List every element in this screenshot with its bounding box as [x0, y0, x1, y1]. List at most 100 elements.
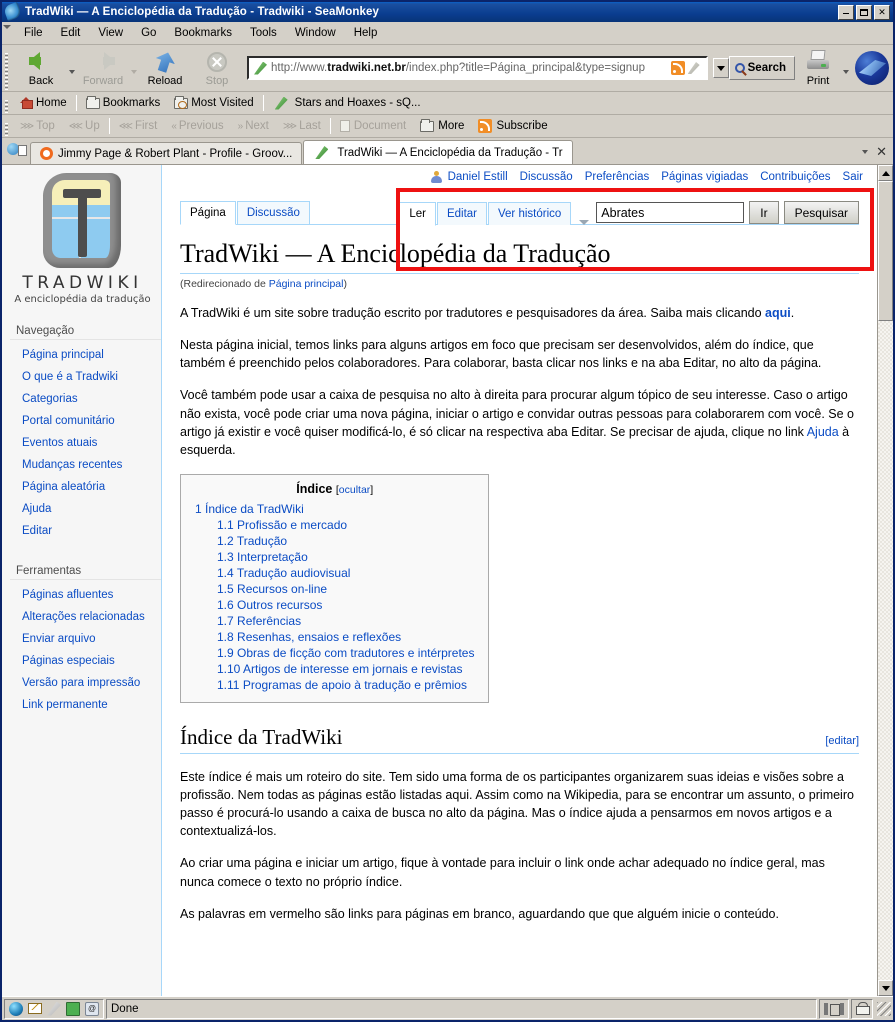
toc-entry-1-1[interactable]: 1.1 Profissão e mercado	[217, 518, 347, 532]
rss-feed-icon[interactable]	[670, 61, 685, 75]
sitenav-more[interactable]: More	[413, 118, 471, 134]
sitenav-top[interactable]: ⋙ Top	[13, 118, 62, 134]
status-sync-cell[interactable]	[819, 998, 849, 1019]
sidebar-item-o-que-e-a-tradwiki[interactable]: O que é a Tradwiki	[22, 371, 118, 383]
browser-tab-groovy[interactable]: Jimmy Page & Robert Plant - Profile - Gr…	[30, 142, 303, 164]
scrollbar-thumb[interactable]	[878, 181, 893, 321]
back-dropdown-icon[interactable]	[69, 70, 75, 74]
menu-go[interactable]: Go	[132, 24, 165, 42]
menu-bookmarks[interactable]: Bookmarks	[165, 24, 241, 42]
address-dropdown-button[interactable]	[712, 58, 729, 78]
tab-list-dropdown-icon[interactable]	[862, 150, 869, 154]
new-tab-icon[interactable]	[7, 141, 27, 161]
sidebar-item-alteracoes-relacionadas[interactable]: Alterações relacionadas	[22, 611, 145, 623]
bookmark-pencil-icon[interactable]	[687, 62, 700, 74]
toc-entry-1-3[interactable]: 1.3 Interpretação	[217, 550, 308, 564]
sitenav-subscribe[interactable]: Subscribe	[471, 117, 554, 135]
tab-close-icon[interactable]: ✕	[876, 144, 887, 160]
bookmarkbar-grip[interactable]	[2, 92, 11, 114]
toc-entry-1-11[interactable]: 1.11 Programas de apoio à tradução e prê…	[217, 678, 467, 692]
sidebar-item-enviar-arquivo[interactable]: Enviar arquivo	[22, 633, 96, 645]
bookmark-home[interactable]: Home	[13, 95, 74, 111]
toc-entry-1-10[interactable]: 1.10 Artigos de interesse em jornais e r…	[217, 662, 462, 676]
scroll-down-button[interactable]	[878, 980, 893, 996]
menubar-grip[interactable]	[2, 22, 11, 44]
status-security-cell[interactable]	[851, 998, 873, 1019]
compose-icon[interactable]	[47, 1001, 61, 1016]
toc-entry-1-2[interactable]: 1.2 Tradução	[217, 534, 287, 548]
link-ajuda[interactable]: Ajuda	[807, 425, 839, 439]
sidebar-item-categorias[interactable]: Categorias	[22, 393, 78, 405]
sitenav-next[interactable]: » Next	[231, 118, 276, 134]
user-link-sair[interactable]: Sair	[843, 171, 863, 183]
sidebar-item-portal-comunitario[interactable]: Portal comunitário	[22, 415, 115, 427]
menu-tools[interactable]: Tools	[241, 24, 286, 42]
toc-entry-1-5[interactable]: 1.5 Recursos on-line	[217, 582, 327, 596]
navtoolbar-grip[interactable]	[2, 45, 11, 91]
tab-ver-historico[interactable]: Ver histórico	[488, 202, 572, 225]
toc-entry-1-9[interactable]: 1.9 Obras de ficção com tradutores e int…	[217, 646, 474, 660]
close-button[interactable]: ✕	[874, 4, 890, 20]
sitenav-up[interactable]: ⋘ Up	[62, 118, 107, 134]
menu-file[interactable]: File	[15, 24, 52, 42]
toc-entry-1-4[interactable]: 1.4 Tradução audiovisual	[217, 566, 350, 580]
bookmark-stars-and-hoaxes[interactable]: Stars and Hoaxes - sQ...	[266, 95, 428, 112]
menu-view[interactable]: View	[89, 24, 132, 42]
go-button[interactable]: Ir	[749, 201, 779, 224]
sitenav-previous[interactable]: « Previous	[164, 118, 230, 134]
sidebar-item-pagina-aleatoria[interactable]: Página aleatória	[22, 481, 105, 493]
user-link-contribuicoes[interactable]: Contribuições	[760, 171, 830, 183]
toc-entry-1-8[interactable]: 1.8 Resenhas, ensaios e reflexões	[217, 630, 401, 644]
redirect-link[interactable]: Página principal	[269, 278, 344, 290]
toc-toggle-link[interactable]: ocultar	[339, 484, 371, 496]
seamonkey-throbber-icon[interactable]	[855, 51, 889, 85]
bookmark-bookmarks[interactable]: Bookmarks	[79, 95, 168, 111]
search-button[interactable]: Search	[728, 56, 795, 80]
toc-entry-1-6[interactable]: 1.6 Outros recursos	[217, 598, 322, 612]
wiki-logo[interactable]: TRADWIKI A enciclopédia da tradução	[10, 165, 155, 315]
tab-ler[interactable]: Ler	[399, 202, 436, 226]
user-link-discussao[interactable]: Discussão	[520, 171, 573, 183]
user-name-link[interactable]: Daniel Estill	[448, 171, 508, 183]
sitebar-grip[interactable]	[2, 115, 11, 137]
sitenav-first[interactable]: ⋘ First	[112, 118, 165, 134]
tab-editar[interactable]: Editar	[436, 202, 487, 225]
search-input[interactable]	[596, 202, 745, 223]
reload-button[interactable]: Reload	[139, 46, 191, 90]
sidebar-item-paginas-afluentes[interactable]: Páginas afluentes	[22, 589, 113, 601]
forward-dropdown-icon[interactable]	[131, 70, 137, 74]
maximize-button[interactable]	[856, 4, 872, 20]
chevron-down-icon[interactable]	[579, 220, 590, 225]
menu-edit[interactable]: Edit	[52, 24, 90, 42]
irc-icon[interactable]: @	[85, 1001, 99, 1016]
toc-entry-1-7[interactable]: 1.7 Referências	[217, 614, 301, 628]
print-dropdown-icon[interactable]	[843, 70, 849, 74]
sitenav-document[interactable]: Document	[333, 118, 413, 134]
edit-link[interactable]: editar	[828, 735, 856, 747]
sidebar-item-mudancas-recentes[interactable]: Mudanças recentes	[22, 459, 122, 471]
minimize-button[interactable]	[838, 4, 854, 20]
sidebar-item-pagina-principal[interactable]: Página principal	[22, 349, 104, 361]
address-bar[interactable]: http://www.tradwiki.net.br/index.php?tit…	[247, 56, 708, 80]
tab-pagina[interactable]: Página	[180, 201, 236, 225]
toc-entry-1[interactable]: 1 Índice da TradWiki	[195, 502, 304, 516]
tab-discussao[interactable]: Discussão	[236, 201, 310, 224]
back-button[interactable]: Back	[15, 46, 67, 90]
forward-button[interactable]: Forward	[77, 46, 129, 90]
print-button[interactable]: Print	[795, 46, 841, 90]
scroll-up-button[interactable]	[878, 165, 893, 181]
menu-window[interactable]: Window	[286, 24, 345, 42]
scrollbar-track[interactable]	[878, 321, 893, 980]
sidebar-item-editar[interactable]: Editar	[22, 525, 52, 537]
intro-link-aqui[interactable]: aqui	[765, 306, 791, 320]
sidebar-item-eventos-atuais[interactable]: Eventos atuais	[22, 437, 97, 449]
mail-icon[interactable]	[28, 1003, 42, 1014]
user-link-preferencias[interactable]: Preferências	[585, 171, 650, 183]
bookmark-most-visited[interactable]: Most Visited	[167, 95, 260, 111]
menu-help[interactable]: Help	[345, 24, 387, 42]
search-submit-button[interactable]: Pesquisar	[783, 201, 859, 224]
user-link-paginas-vigiadas[interactable]: Páginas vigiadas	[661, 171, 748, 183]
browser-icon[interactable]	[9, 1001, 23, 1016]
addressbook-icon[interactable]	[66, 1001, 80, 1016]
sidebar-item-link-permanente[interactable]: Link permanente	[22, 699, 108, 711]
